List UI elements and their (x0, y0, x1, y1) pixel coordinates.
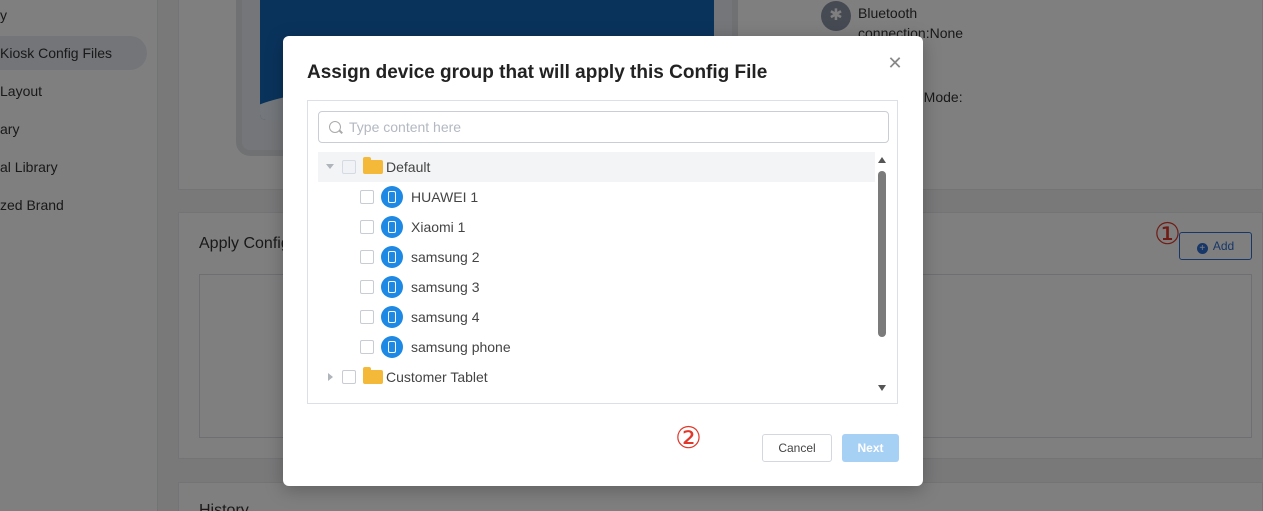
tree-group-default[interactable]: Default (318, 152, 875, 182)
annotation-marker-2: ② (675, 422, 702, 455)
device-checkbox[interactable] (360, 310, 374, 324)
device-tree-panel: Default HUAWEI 1 Xiaomi 1 samsung 2 sams… (307, 100, 898, 404)
tree-device-item[interactable]: samsung 4 (318, 302, 875, 332)
dialog-title: Assign device group that will apply this… (307, 62, 768, 83)
scroll-up-icon[interactable] (878, 157, 886, 163)
device-checkbox[interactable] (360, 340, 374, 354)
search-icon (329, 121, 341, 133)
group-label: Customer Tablet (386, 369, 488, 385)
phone-icon (381, 246, 403, 268)
group-checkbox[interactable] (342, 370, 356, 384)
phone-icon (381, 186, 403, 208)
search-field[interactable] (318, 111, 889, 143)
scroll-thumb[interactable] (878, 171, 886, 337)
device-label: samsung 4 (411, 309, 480, 325)
assign-device-group-dialog: Assign device group that will apply this… (283, 36, 923, 486)
tree-device-item[interactable]: samsung 3 (318, 272, 875, 302)
folder-icon (363, 157, 383, 174)
phone-icon (381, 216, 403, 238)
phone-icon (381, 276, 403, 298)
tree-device-item[interactable]: Xiaomi 1 (318, 212, 875, 242)
group-checkbox[interactable] (342, 160, 356, 174)
tree-scrollbar[interactable] (876, 157, 888, 397)
next-button[interactable]: Next (842, 434, 899, 462)
tree-device-item[interactable]: HUAWEI 1 (318, 182, 875, 212)
device-label: Xiaomi 1 (411, 219, 466, 235)
caret-right-icon[interactable] (328, 373, 333, 381)
phone-icon (381, 306, 403, 328)
caret-down-icon[interactable] (326, 164, 334, 169)
device-label: samsung 2 (411, 249, 480, 265)
tree-device-item[interactable]: samsung 2 (318, 242, 875, 272)
scroll-down-icon[interactable] (878, 385, 886, 391)
folder-icon (363, 367, 383, 384)
device-checkbox[interactable] (360, 280, 374, 294)
phone-icon (381, 336, 403, 358)
group-label: Default (386, 159, 431, 175)
search-input[interactable] (349, 112, 879, 142)
device-label: HUAWEI 1 (411, 189, 479, 205)
close-icon[interactable]: ✕ (886, 54, 904, 72)
device-label: samsung 3 (411, 279, 480, 295)
tree-group-customer-tablet[interactable]: Customer Tablet (318, 362, 875, 392)
device-checkbox[interactable] (360, 190, 374, 204)
device-label: samsung phone (411, 339, 511, 355)
cancel-button[interactable]: Cancel (762, 434, 832, 462)
device-checkbox[interactable] (360, 250, 374, 264)
tree-device-item[interactable]: samsung phone (318, 332, 875, 362)
device-checkbox[interactable] (360, 220, 374, 234)
